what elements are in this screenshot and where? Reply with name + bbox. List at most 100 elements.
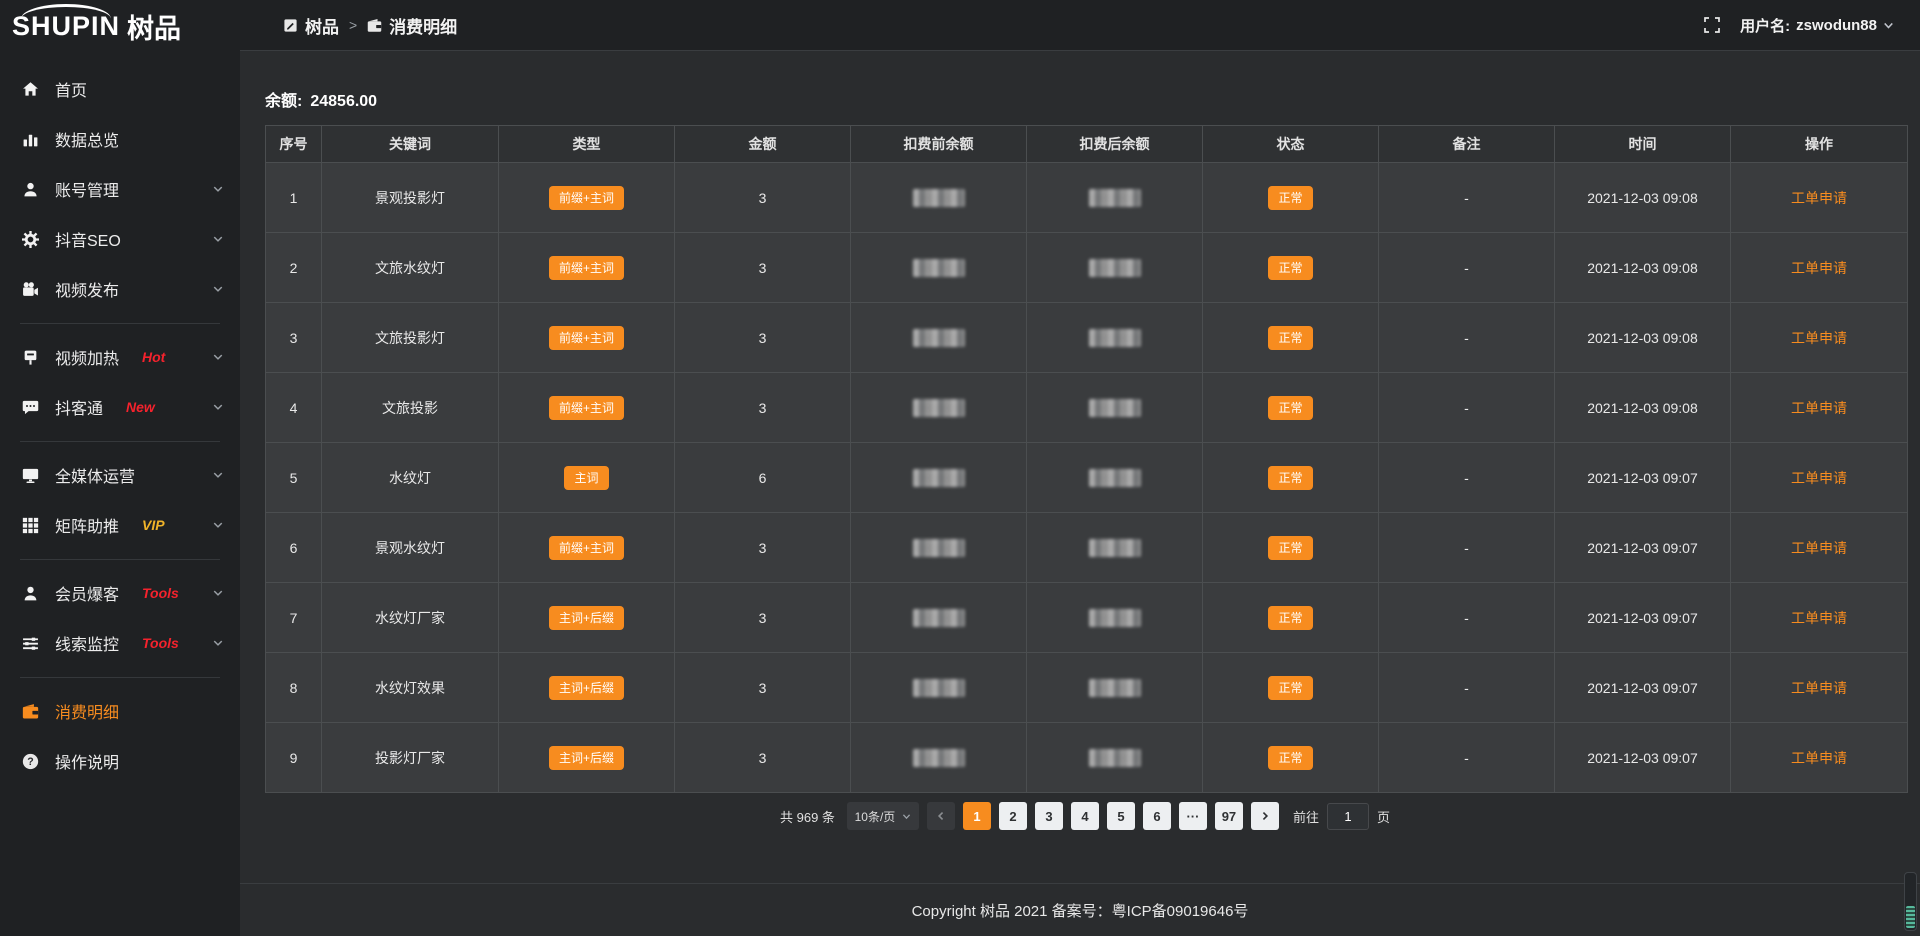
cell-balance-after — [1027, 653, 1203, 723]
cell-amount: 3 — [675, 233, 851, 303]
goto-unit: 页 — [1377, 807, 1390, 826]
cell-keyword: 文旅投影 — [322, 373, 499, 443]
cell-remark: - — [1379, 513, 1555, 583]
chevron-right-icon — [1260, 811, 1270, 821]
redacted-value — [1089, 399, 1141, 417]
cell-balance-before — [851, 653, 1027, 723]
next-page-button[interactable] — [1251, 802, 1279, 830]
type-badge: 主词 — [564, 466, 608, 490]
ticket-apply-link[interactable]: 工单申请 — [1791, 540, 1847, 556]
browser-extension-widget[interactable] — [1904, 872, 1917, 931]
sidebar-item-instructions[interactable]: ? 操作说明 — [0, 736, 240, 786]
ticket-apply-link[interactable]: 工单申请 — [1791, 680, 1847, 696]
sidebar-item-member-burst[interactable]: 会员爆客 Tools — [0, 568, 240, 618]
prev-page-button[interactable] — [927, 802, 955, 830]
sidebar-divider — [20, 323, 220, 324]
status-badge: 正常 — [1268, 326, 1312, 350]
table-row: 9 投影灯厂家 主词+后缀 3 正常 - 2021-12-03 09:07 工单… — [266, 723, 1908, 793]
redacted-value — [1089, 259, 1141, 277]
fullscreen-icon[interactable] — [1704, 17, 1720, 33]
breadcrumb-root[interactable]: 树品 — [283, 13, 339, 38]
page-button-1[interactable]: 1 — [963, 802, 991, 830]
cell-index: 2 — [266, 233, 322, 303]
page-ellipsis[interactable]: ··· — [1179, 802, 1207, 830]
ticket-apply-link[interactable]: 工单申请 — [1791, 190, 1847, 206]
page-button-5[interactable]: 5 — [1107, 802, 1135, 830]
cell-balance-before — [851, 233, 1027, 303]
cell-time: 2021-12-03 09:07 — [1555, 653, 1731, 723]
sidebar-item-label: 会员爆客 — [55, 581, 119, 605]
ticket-apply-link[interactable]: 工单申请 — [1791, 330, 1847, 346]
page-button-last[interactable]: 97 — [1215, 802, 1243, 830]
ticket-apply-link[interactable]: 工单申请 — [1791, 750, 1847, 766]
ticket-apply-link[interactable]: 工单申请 — [1791, 260, 1847, 276]
cell-status: 正常 — [1203, 233, 1379, 303]
ticket-apply-link[interactable]: 工单申请 — [1791, 470, 1847, 486]
breadcrumb-current[interactable]: 消费明细 — [367, 13, 457, 38]
cell-keyword: 文旅水纹灯 — [322, 233, 499, 303]
cell-amount: 3 — [675, 723, 851, 793]
sidebar-item-account[interactable]: 账号管理 — [0, 164, 240, 214]
cell-balance-before — [851, 443, 1027, 513]
goto-page-input[interactable] — [1327, 803, 1369, 830]
chat-bubble-icon — [22, 398, 40, 416]
total-count: 共 969 条 — [780, 807, 835, 826]
cell-keyword: 景观投影灯 — [322, 163, 499, 233]
redacted-value — [1089, 189, 1141, 207]
cell-type: 前缀+主词 — [499, 303, 675, 373]
cell-balance-before — [851, 163, 1027, 233]
cell-time: 2021-12-03 09:07 — [1555, 443, 1731, 513]
sidebar-item-label: 视频发布 — [55, 277, 119, 301]
balance-label: 余额: — [265, 93, 302, 110]
cell-amount: 3 — [675, 513, 851, 583]
sidebar-item-data-overview[interactable]: 数据总览 — [0, 114, 240, 164]
svg-text:?: ? — [27, 756, 33, 768]
consumption-table: 序号 关键词 类型 金额 扣费前余额 扣费后余额 状态 备注 时间 操作 1 景… — [265, 125, 1908, 793]
main-content: 余额:24856.00 序号 关键词 类型 金额 扣费前余额 扣费后余额 状态 … — [240, 51, 1920, 936]
cell-status: 正常 — [1203, 513, 1379, 583]
vip-tag: VIP — [142, 517, 165, 533]
page-button-4[interactable]: 4 — [1071, 802, 1099, 830]
redacted-value — [1089, 609, 1141, 627]
cell-index: 3 — [266, 303, 322, 373]
gear-icon — [22, 230, 40, 248]
cell-remark: - — [1379, 723, 1555, 793]
sidebar-item-label: 抖音SEO — [55, 227, 121, 251]
cell-balance-before — [851, 723, 1027, 793]
page-size-select[interactable]: 10条/页 — [847, 802, 919, 830]
ticket-apply-link[interactable]: 工单申请 — [1791, 610, 1847, 626]
type-badge: 主词+后缀 — [549, 606, 624, 630]
sidebar-item-media-operation[interactable]: 全媒体运营 — [0, 450, 240, 500]
cell-type: 主词 — [499, 443, 675, 513]
redacted-value — [913, 189, 965, 207]
ticket-apply-link[interactable]: 工单申请 — [1791, 400, 1847, 416]
type-badge: 主词+后缀 — [549, 676, 624, 700]
redacted-value — [1089, 749, 1141, 767]
sidebar-item-lead-monitor[interactable]: 线索监控 Tools — [0, 618, 240, 668]
table-header-row: 序号 关键词 类型 金额 扣费前余额 扣费后余额 状态 备注 时间 操作 — [266, 126, 1908, 163]
page-button-3[interactable]: 3 — [1035, 802, 1063, 830]
table-row: 6 景观水纹灯 前缀+主词 3 正常 - 2021-12-03 09:07 工单… — [266, 513, 1908, 583]
cell-remark: - — [1379, 163, 1555, 233]
sidebar-item-video-publish[interactable]: 视频发布 — [0, 264, 240, 314]
redacted-value — [913, 609, 965, 627]
cell-time: 2021-12-03 09:08 — [1555, 163, 1731, 233]
sidebar-item-video-heat[interactable]: 视频加热 Hot — [0, 332, 240, 382]
page-button-6[interactable]: 6 — [1143, 802, 1171, 830]
sidebar-item-douyin-seo[interactable]: 抖音SEO — [0, 214, 240, 264]
page-button-2[interactable]: 2 — [999, 802, 1027, 830]
chevron-down-icon — [212, 233, 224, 245]
sidebar-item-matrix-boost[interactable]: 矩阵助推 VIP — [0, 500, 240, 550]
sidebar-item-home[interactable]: 首页 — [0, 64, 240, 114]
sidebar-item-douketong[interactable]: 抖客通 New — [0, 382, 240, 432]
sidebar-item-consumption-detail[interactable]: 消费明细 — [0, 686, 240, 736]
redacted-value — [1089, 329, 1141, 347]
cell-index: 5 — [266, 443, 322, 513]
sign-board-icon — [22, 348, 40, 366]
redacted-value — [913, 539, 965, 557]
cell-balance-after — [1027, 723, 1203, 793]
redacted-value — [913, 329, 965, 347]
user-menu[interactable]: 用户名: zswodun88 — [1740, 15, 1894, 36]
chevron-down-icon — [212, 401, 224, 413]
new-tag: New — [126, 399, 155, 415]
